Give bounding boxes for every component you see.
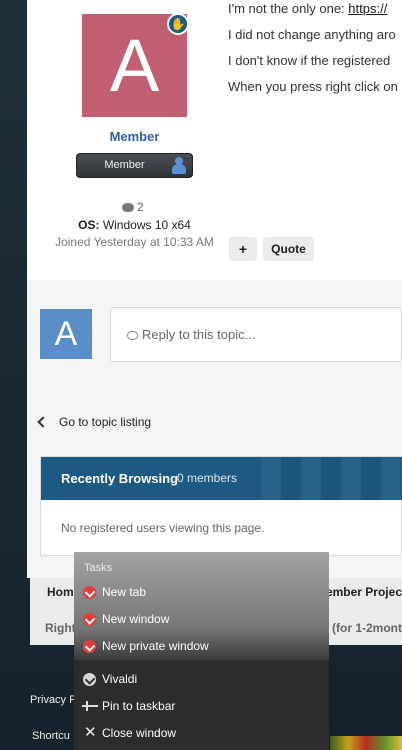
comment-icon	[127, 331, 138, 340]
recently-browsing-count: 0 members	[177, 471, 238, 485]
close-icon: ✕	[84, 724, 97, 741]
hand-icon: ✋	[167, 13, 189, 35]
jump-item-vivaldi[interactable]: Vivaldi	[74, 666, 329, 693]
chevron-left-icon	[37, 416, 49, 428]
author-group-link[interactable]: Member	[82, 129, 187, 144]
post-content: I'm not the only one: https:// I did not…	[228, 0, 402, 104]
reply-avatar: A	[40, 309, 92, 359]
header-pattern	[261, 457, 402, 500]
multiquote-button[interactable]: +	[229, 237, 257, 261]
reply-placeholder-text: Reply to this topic...	[142, 327, 256, 342]
author-avatar-letter: A	[109, 24, 160, 107]
go-to-topic-listing-link[interactable]: Go to topic listing	[37, 415, 152, 429]
jump-item-label: Vivaldi	[102, 672, 138, 686]
rank-badge: Member	[76, 153, 193, 178]
jump-item-new-tab[interactable]: New tab	[74, 579, 329, 606]
reply-placeholder: Reply to this topic...	[127, 327, 255, 342]
recently-browsing-header: Recently Browsing 0 members	[41, 457, 402, 500]
quote-button[interactable]: Quote	[263, 237, 314, 261]
post-line-1-text: I'm not the only one:	[228, 1, 349, 16]
post-line-3: I don't know if the registered	[228, 53, 391, 68]
post-count-value: 2	[137, 200, 144, 214]
jump-item-new-private-window[interactable]: New private window	[74, 633, 329, 660]
recently-browsing-widget: Recently Browsing 0 members No registere…	[40, 456, 402, 556]
recently-browsing-title: Recently Browsing	[61, 471, 179, 486]
post-count: 2	[122, 200, 144, 214]
forum-page: A ✋ Member Member 2 OS: Windows 10 x64 J…	[27, 0, 402, 578]
person-icon	[172, 157, 186, 174]
comment-icon	[122, 203, 134, 212]
reply-avatar-letter: A	[54, 315, 78, 353]
post-card: A ✋ Member Member 2 OS: Windows 10 x64 J…	[27, 0, 402, 280]
go-to-topic-listing-label: Go to topic listing	[59, 415, 152, 429]
vivaldi-icon	[83, 673, 96, 686]
post-line-4: When you press right click on	[228, 79, 398, 94]
shortcut-label: Shortcu	[32, 730, 70, 742]
os-info: OS: Windows 10 x64	[27, 218, 242, 232]
rank-title: Member	[104, 159, 145, 171]
footer-months: (for 1-2mont	[332, 621, 402, 635]
privacy-link[interactable]: Privacy P	[30, 694, 76, 706]
taskbar-thumbnail	[330, 736, 402, 750]
jump-item-new-window[interactable]: New window	[74, 606, 329, 633]
footer-rights: Right	[45, 621, 76, 635]
recently-browsing-empty: No registered users viewing this page.	[61, 521, 265, 535]
jump-item-label: Close window	[102, 726, 177, 740]
footer-link-home[interactable]: Hom	[47, 585, 74, 599]
os-value: Windows 10 x64	[102, 218, 191, 232]
jump-item-pin-to-taskbar[interactable]: Pin to taskbar	[74, 693, 329, 720]
desktop-background: A ✋ Member Member 2 OS: Windows 10 x64 J…	[0, 0, 402, 750]
jump-item-label: New private window	[102, 639, 209, 653]
jump-item-close-window[interactable]: ✕ Close window	[74, 720, 329, 747]
post-line-2: I did not change anything aro	[228, 27, 396, 42]
post-line-1: I'm not the only one: https://	[228, 0, 402, 26]
jump-item-label: New window	[102, 612, 170, 626]
taskbar-jump-list: Tasks New tab New window New private win…	[74, 552, 329, 750]
joined-date: Joined Yesterday at 10:33 AM	[55, 235, 214, 249]
reply-editor[interactable]: Reply to this topic...	[110, 307, 402, 362]
jump-item-label: Pin to taskbar	[102, 699, 176, 713]
post-link[interactable]: https://	[348, 1, 387, 16]
jump-list-section-tasks: Tasks	[84, 562, 113, 574]
vivaldi-icon	[83, 640, 96, 653]
vivaldi-icon	[83, 613, 96, 626]
os-label: OS:	[78, 218, 100, 232]
vivaldi-icon	[83, 586, 96, 599]
jump-item-label: New tab	[102, 585, 147, 599]
pin-icon	[82, 701, 98, 711]
